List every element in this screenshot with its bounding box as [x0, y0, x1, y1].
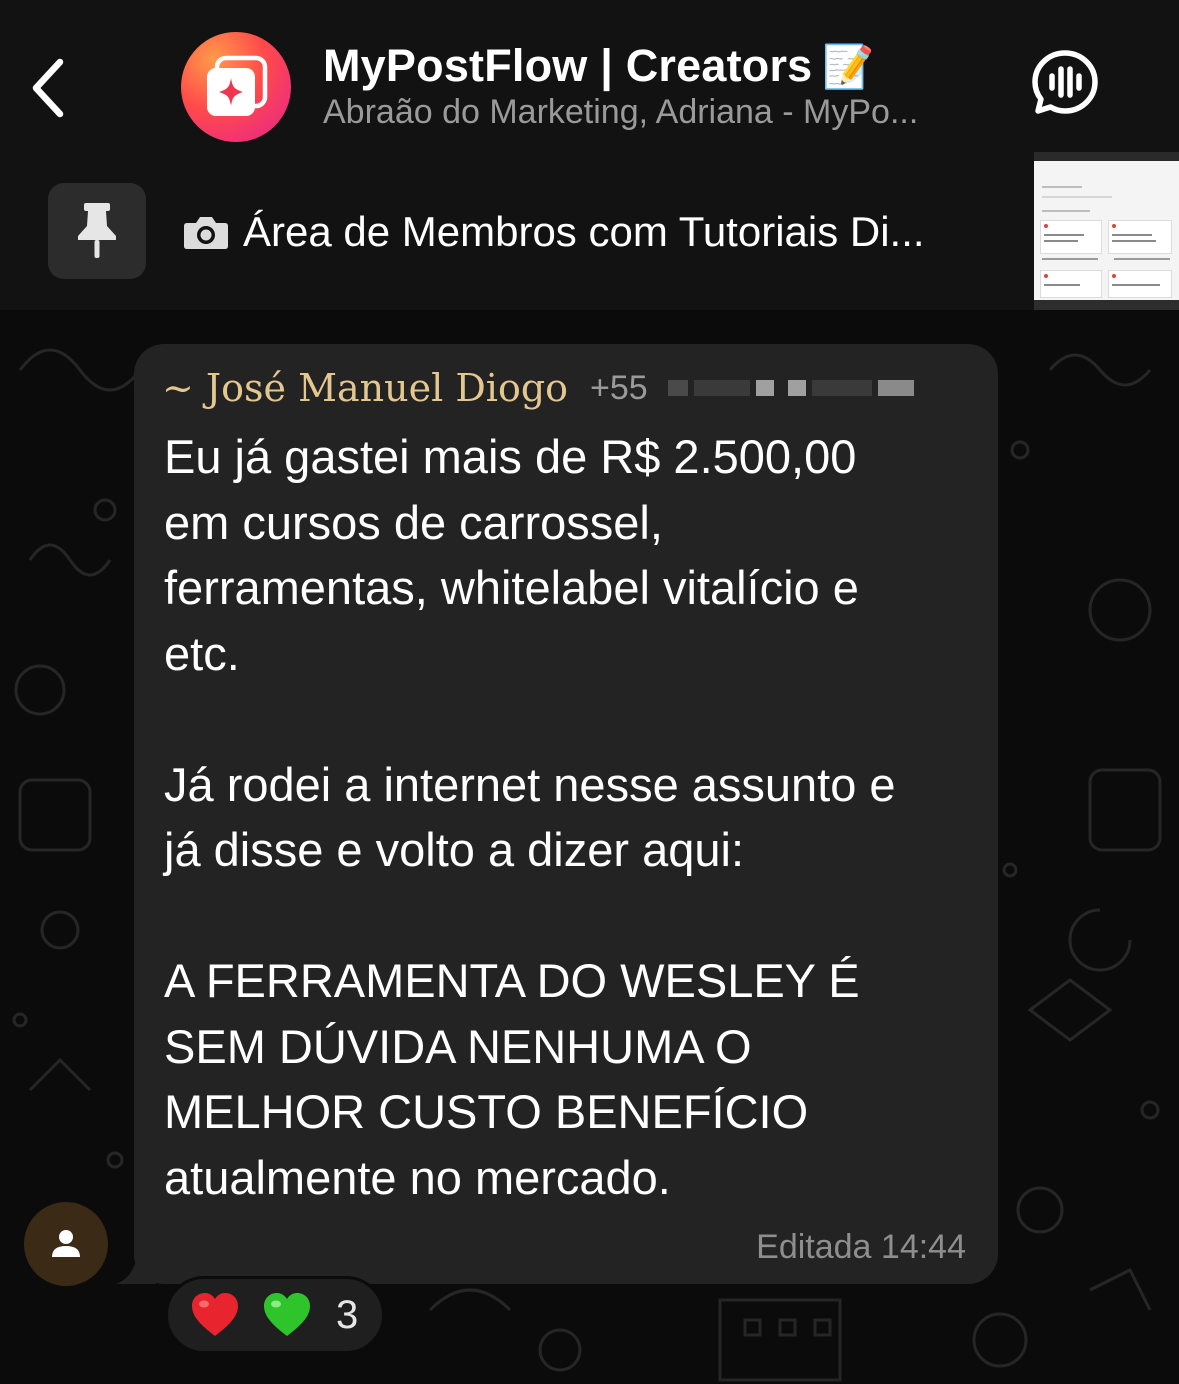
green-heart-emoji: [262, 1290, 312, 1340]
back-button[interactable]: [20, 50, 76, 126]
sender-avatar[interactable]: [24, 1202, 108, 1286]
pin-icon: [78, 203, 116, 258]
sender-phone: +55: [590, 368, 648, 407]
message-text: Eu já gastei mais de R$ 2.500,00 em curs…: [164, 430, 896, 1204]
sender-name[interactable]: ~ José Manuel Diogo: [162, 366, 568, 410]
group-avatar[interactable]: [181, 32, 291, 142]
voice-chat-icon: [1032, 50, 1098, 114]
group-title[interactable]: MyPostFlow | Creators 📝: [323, 40, 943, 92]
pinned-message-text: Área de Membros com Tutoriais Di...: [243, 208, 925, 255]
chevron-left-icon: [32, 58, 64, 118]
pinned-message-preview[interactable]: Área de Membros com Tutoriais Di...: [183, 208, 1003, 256]
message-bubble[interactable]: ~ José Manuel Diogo +55 Eu já gastei mai…: [134, 344, 998, 1284]
group-title-text: MyPostFlow | Creators: [323, 40, 813, 91]
red-heart-emoji: [190, 1290, 240, 1340]
group-members-subtitle[interactable]: Abraão do Marketing, Adriana - MyPo...: [323, 93, 993, 132]
camera-icon: [184, 217, 228, 249]
voice-chat-button[interactable]: [1030, 48, 1100, 118]
reaction-count: 3: [336, 1292, 359, 1337]
app-logo-icon: [207, 55, 268, 116]
pin-button[interactable]: [48, 183, 146, 279]
message-edited-timestamp: Editada 14:44: [756, 1228, 966, 1266]
sender-row: ~ José Manuel Diogo +55: [162, 364, 982, 412]
message-list[interactable]: ~ José Manuel Diogo +55 Eu já gastei mai…: [0, 310, 1179, 1384]
pinned-media-thumbnail[interactable]: [1034, 152, 1179, 310]
reactions-pill[interactable]: 3: [165, 1276, 385, 1354]
chat-screen: MyPostFlow | Creators 📝 Abraão do Marketi…: [0, 0, 1179, 1384]
pinned-message-bar[interactable]: Área de Membros com Tutoriais Di...: [0, 160, 1179, 310]
chat-header: MyPostFlow | Creators 📝 Abraão do Marketi…: [0, 0, 1179, 160]
person-icon: [52, 1230, 80, 1257]
memo-emoji: 📝: [822, 43, 875, 90]
phone-redaction: [662, 380, 914, 396]
